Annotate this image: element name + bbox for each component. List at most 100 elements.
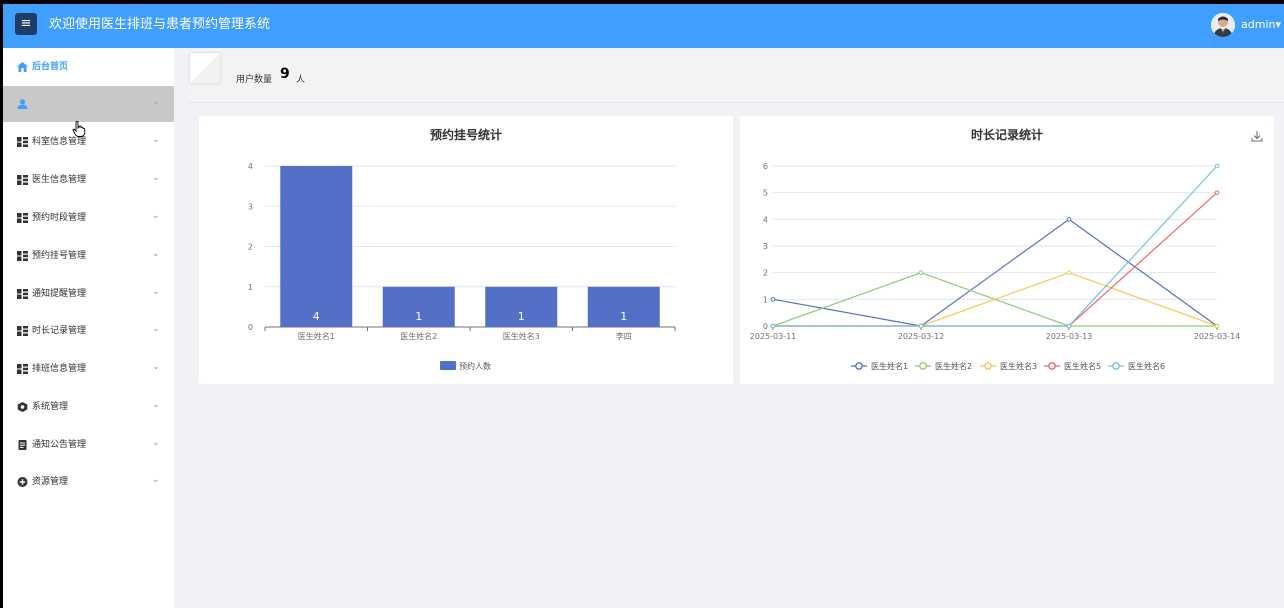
legend-label: 医生姓名5 — [1064, 361, 1101, 371]
data-point — [1214, 163, 1220, 169]
grid-icon — [17, 251, 28, 261]
chevron-down-icon: ⌄ — [152, 324, 160, 334]
hamburger-icon[interactable]: ≡ — [15, 13, 37, 35]
user-icon — [17, 99, 28, 109]
y-tick-label: 0 — [763, 322, 768, 331]
bar-value-label: 1 — [415, 310, 422, 323]
user-count-value: 9 — [280, 66, 290, 82]
sidebar-item-label: 时长记录管理 — [32, 326, 87, 336]
y-tick-label: 2 — [763, 269, 768, 278]
y-tick-label: 5 — [763, 189, 768, 198]
sidebar-item-department[interactable]: 科室信息管理 ⌄ — [3, 124, 174, 160]
data-point — [770, 323, 776, 329]
appointment-bar-chart: 预约挂号统计 0 1 2 3 4 4 医生姓名1 1 医生姓名2 1 医生姓名3 1 李四预约人数 — [248, 127, 676, 371]
grid-icon — [17, 175, 28, 185]
sidebar-item-notice[interactable]: 通知公告管理 ⌄ — [3, 427, 174, 463]
sidebar-item-home[interactable]: 后台首页 — [3, 49, 174, 85]
legend-label: 医生姓名3 — [1000, 361, 1037, 371]
download-icon-path — [1251, 131, 1263, 142]
sidebar-item-label: 排班信息管理 — [32, 364, 87, 374]
data-point — [1066, 217, 1072, 222]
grid-icon — [17, 137, 28, 147]
legend-label: 医生姓名1 — [871, 361, 908, 371]
avatar[interactable] — [1211, 13, 1235, 37]
chevron-down-icon: ⌄ — [152, 438, 160, 448]
sidebar-item-label: 预约时段管理 — [32, 213, 87, 223]
legend-marker — [919, 362, 927, 370]
chart-title: 时长记录统计 — [971, 127, 1043, 142]
sidebar-item-label: 通知提醒管理 — [32, 289, 87, 299]
chevron-down-icon: ⌄ — [152, 211, 160, 221]
chart-title: 预约挂号统计 — [430, 127, 502, 142]
sidebar-item-doctor[interactable]: 医生信息管理 ⌄ — [3, 162, 174, 198]
grid-icon — [17, 364, 28, 374]
chevron-down-icon: ⌄ — [152, 400, 160, 410]
download-icon — [1251, 131, 1263, 142]
plus-circle-icon — [17, 477, 28, 487]
sidebar-item-timeslot[interactable]: 预约时段管理 ⌄ — [3, 200, 174, 236]
document-icon — [18, 440, 27, 450]
app-window: ≡ 欢迎使用医生排班与患者预约管理系统 admin▾ 后台首页 ⌄ 科室信息管理… — [3, 4, 1284, 608]
appointment-chart-panel: 预约挂号统计 0 1 2 3 4 4 医生姓名1 1 医生姓名2 1 医生姓名3 1 李四 预约人数 — [199, 116, 733, 384]
sidebar-item-reminder[interactable]: 通知提醒管理 ⌄ — [3, 276, 174, 312]
chevron-down-icon: ⌄ — [152, 135, 160, 145]
gear-icon — [17, 402, 28, 412]
legend-marker — [1112, 362, 1120, 370]
legend-label: 预约人数 — [459, 361, 491, 371]
x-tick-label: 医生姓名2 — [400, 331, 437, 341]
series-line — [773, 192, 1218, 327]
chevron-down-icon: ⌄ — [152, 475, 160, 485]
sidebar-item-users[interactable]: ⌄ — [3, 86, 174, 122]
sidebar: 后台首页 ⌄ 科室信息管理 ⌄ 医生信息管理 ⌄ 预约时段管理 ⌄ 预约挂号管理… — [3, 48, 174, 608]
chevron-down-icon: ⌄ — [152, 249, 160, 259]
chevron-down-icon: ⌄ — [152, 362, 160, 372]
sidebar-item-schedule[interactable]: 排班信息管理 ⌄ — [3, 351, 174, 387]
x-tick-label: 2025-03-14 — [1194, 332, 1241, 341]
stat-card-icon — [190, 53, 220, 83]
app-title: 欢迎使用医生排班与患者预约管理系统 — [49, 17, 271, 32]
sidebar-item-label: 通知公告管理 — [32, 440, 87, 450]
home-icon — [17, 62, 28, 72]
bar-value-label: 1 — [518, 310, 525, 323]
y-tick-label: 4 — [763, 215, 768, 224]
avatar-image — [1211, 13, 1235, 37]
data-point — [918, 323, 924, 329]
bar — [280, 166, 353, 327]
sidebar-item-system[interactable]: 系统管理 ⌄ — [3, 389, 174, 425]
data-point — [918, 270, 924, 275]
x-tick-label: 2025-03-11 — [750, 332, 797, 341]
hand-cursor-icon — [72, 121, 86, 137]
sidebar-item-resource[interactable]: 资源管理 ⌄ — [3, 464, 174, 500]
y-tick-label: 1 — [248, 283, 253, 292]
x-tick-label: 李四 — [616, 331, 632, 341]
y-tick-label: 3 — [763, 242, 768, 251]
sidebar-item-label: 后台首页 — [32, 62, 69, 72]
data-point — [770, 297, 776, 302]
top-header: ≡ 欢迎使用医生排班与患者预约管理系统 admin▾ — [3, 4, 1284, 48]
y-tick-label: 2 — [248, 243, 253, 252]
y-tick-label: 1 — [763, 295, 768, 304]
legend-label: 医生姓名6 — [1128, 361, 1165, 371]
duration-chart-panel: 时长记录统计 0 1 2 3 4 5 6 2025-03-11 2025-03-12 2025-03… — [740, 116, 1274, 384]
x-tick-label: 2025-03-13 — [1046, 332, 1093, 341]
legend-marker — [1048, 362, 1056, 370]
grid-icon — [17, 213, 28, 223]
legend-swatch — [440, 361, 456, 370]
grid-icon — [17, 326, 28, 336]
y-tick-label: 0 — [248, 323, 253, 332]
legend-label: 医生姓名2 — [935, 361, 972, 371]
data-point — [1066, 270, 1072, 275]
chevron-down-icon: ⌄ — [152, 97, 160, 107]
y-tick-label: 3 — [248, 202, 253, 211]
user-count-unit: 人 — [296, 75, 306, 85]
x-tick-label: 医生姓名1 — [298, 331, 335, 341]
y-tick-label: 6 — [763, 162, 768, 171]
sidebar-item-duration[interactable]: 时长记录管理 ⌄ — [3, 313, 174, 349]
y-tick-label: 4 — [248, 162, 253, 171]
user-menu[interactable]: admin▾ — [1241, 4, 1281, 46]
sidebar-item-appointment[interactable]: 预约挂号管理 ⌄ — [3, 238, 174, 274]
user-count-label: 用户数量 — [236, 75, 273, 85]
chevron-down-icon: ⌄ — [152, 173, 160, 183]
chevron-down-icon: ⌄ — [152, 287, 160, 297]
legend-marker — [855, 362, 863, 370]
